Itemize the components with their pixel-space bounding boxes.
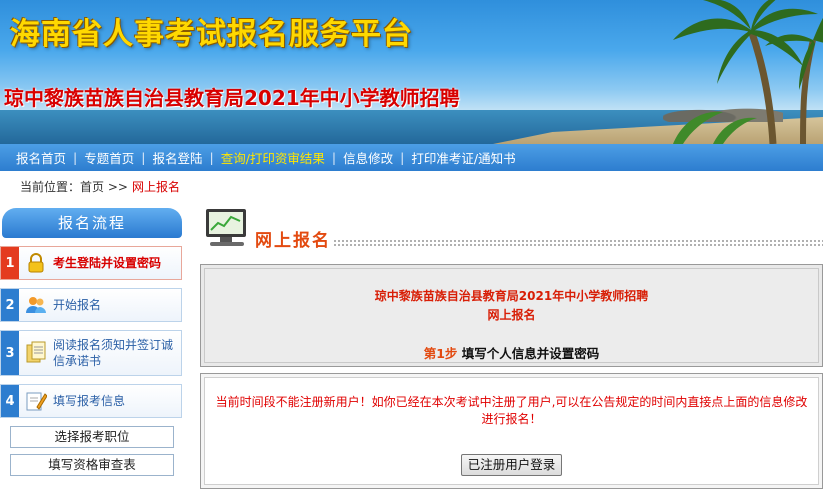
step-number: 4 bbox=[1, 385, 19, 417]
step-label: 阅读报名须知并签订诚信承诺书 bbox=[53, 338, 174, 368]
users-icon bbox=[24, 293, 48, 317]
exam-title: 琼中黎族苗族自治县教育局2021年中小学教师招聘 bbox=[4, 86, 460, 110]
nav-separator: | bbox=[400, 150, 405, 165]
pencil-form-icon bbox=[24, 389, 48, 413]
qualification-form-button[interactable]: 填写资格审查表 bbox=[10, 454, 174, 476]
step-label: 考生登陆并设置密码 bbox=[53, 256, 162, 270]
exam-info-panel: 琼中黎族苗族自治县教育局2021年中小学教师招聘 网上报名 第1步 填写个人信息… bbox=[200, 264, 823, 367]
nav-item-modify-info[interactable]: 信息修改 bbox=[343, 148, 393, 167]
breadcrumb: 当前位置：首页 >> 网上报名 bbox=[0, 171, 823, 201]
main-panel: 网上报名 琼中黎族苗族自治县教育局2021年中小学教师招聘 网上报名 第1步 填… bbox=[198, 201, 823, 489]
registration-notice-panel: 当前时间段不能注册新用户！如你已经在本次考试中注册了用户,可以在公告规定的时间内… bbox=[200, 373, 823, 489]
sidebar: 报名流程 1 考生登陆并设置密码 2 开始报名 3 阅读报名须知并签订诚信承诺书… bbox=[0, 208, 184, 476]
monitor-chart-icon bbox=[204, 207, 252, 252]
nav-item-login[interactable]: 报名登陆 bbox=[152, 148, 202, 167]
nav-separator: | bbox=[331, 150, 337, 165]
step-number: 3 bbox=[1, 331, 19, 375]
sidebar-step-1[interactable]: 1 考生登陆并设置密码 bbox=[0, 246, 182, 280]
site-title: 海南省人事考试报名服务平台 bbox=[10, 17, 413, 52]
breadcrumb-label: 当前位置：首页 >> bbox=[20, 179, 128, 194]
sidebar-step-2[interactable]: 2 开始报名 bbox=[0, 288, 182, 322]
title-dotted-rule bbox=[333, 239, 823, 246]
select-position-button[interactable]: 选择报考职位 bbox=[10, 426, 174, 448]
nav-separator: | bbox=[73, 150, 78, 165]
palm-trees-illustration bbox=[673, 0, 823, 144]
breadcrumb-current: 网上报名 bbox=[131, 179, 180, 194]
step-indicator: 第1步 填写个人信息并设置密码 bbox=[205, 343, 818, 362]
step-number: 2 bbox=[1, 289, 19, 321]
sidebar-title: 报名流程 bbox=[2, 208, 182, 238]
step-label: 填写报考信息 bbox=[53, 394, 126, 408]
section-header: 网上报名 bbox=[198, 201, 823, 257]
documents-icon bbox=[24, 341, 48, 365]
panel-subtitle: 网上报名 bbox=[487, 308, 536, 322]
registered-user-login-button[interactable]: 已注册用户登录 bbox=[460, 454, 563, 476]
registration-closed-notice: 当前时间段不能注册新用户！如你已经在本次考试中注册了用户,可以在公告规定的时间内… bbox=[215, 395, 808, 426]
nav-separator: | bbox=[209, 150, 214, 165]
step-text: 填写个人信息并设置密码 bbox=[461, 346, 600, 361]
nav-item-home[interactable]: 报名首页 bbox=[16, 148, 66, 167]
lock-icon bbox=[24, 251, 48, 275]
section-title: 网上报名 bbox=[255, 231, 331, 251]
sidebar-step-4[interactable]: 4 填写报考信息 bbox=[0, 384, 182, 418]
panel-exam-name: 琼中黎族苗族自治县教育局2021年中小学教师招聘 bbox=[374, 289, 649, 303]
sidebar-step-3[interactable]: 3 阅读报名须知并签订诚信承诺书 bbox=[0, 330, 182, 376]
step-prefix: 第1步 bbox=[423, 346, 458, 361]
step-label: 开始报名 bbox=[53, 298, 102, 312]
content-area: 报名流程 1 考生登陆并设置密码 2 开始报名 3 阅读报名须知并签订诚信承诺书… bbox=[0, 201, 823, 489]
nav-item-print-admission[interactable]: 打印准考证/通知书 bbox=[411, 148, 515, 167]
nav-separator: | bbox=[141, 150, 146, 165]
step-number: 1 bbox=[1, 247, 19, 279]
header-banner: 海南省人事考试报名服务平台 琼中黎族苗族自治县教育局2021年中小学教师招聘 bbox=[0, 0, 823, 144]
nav-item-review-results[interactable]: 查询/打印资审结果 bbox=[221, 148, 325, 167]
nav-item-topic-home[interactable]: 专题首页 bbox=[84, 148, 134, 167]
top-nav: 报名首页 | 专题首页 | 报名登陆 | 查询/打印资审结果 | 信息修改 | … bbox=[0, 144, 823, 171]
